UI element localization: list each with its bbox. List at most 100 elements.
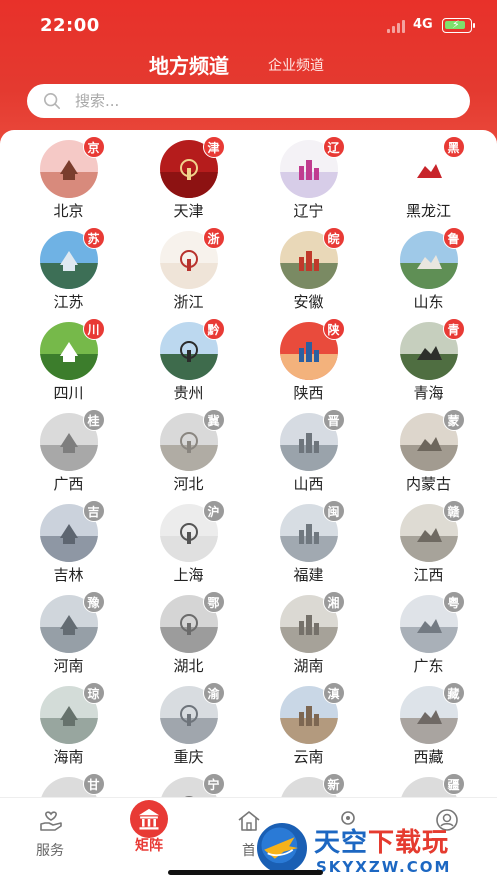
- region-item[interactable]: 陕陕西: [249, 318, 369, 402]
- status-time: 22:00: [40, 15, 100, 36]
- tab-matrix-label: 矩阵: [135, 838, 163, 854]
- region-badge: 浙: [202, 227, 225, 249]
- region-item[interactable]: 青青海: [369, 318, 489, 402]
- region-badge: 新: [322, 773, 345, 795]
- region-name: 江西: [413, 566, 444, 584]
- region-badge: 冀: [202, 409, 225, 431]
- region-item[interactable]: 京北京: [9, 136, 129, 220]
- region-item[interactable]: 辽辽宁: [249, 136, 369, 220]
- landmark-icon: [298, 251, 319, 271]
- region-name: 江苏: [53, 293, 84, 311]
- battery-icon: ⚡: [442, 18, 475, 33]
- region-item[interactable]: 滇云南: [249, 682, 369, 766]
- region-badge: 渝: [202, 682, 225, 704]
- region-item[interactable]: 宁: [129, 773, 249, 797]
- region-badge: 沪: [202, 500, 225, 522]
- region-item[interactable]: 鲁山东: [369, 227, 489, 311]
- landmark-icon: [59, 706, 78, 726]
- region-name: 河南: [53, 657, 84, 675]
- search-icon: [43, 92, 61, 110]
- region-item[interactable]: 黑黑龙江: [369, 136, 489, 220]
- region-name: 辽宁: [293, 202, 324, 220]
- landmark-icon: [416, 528, 442, 542]
- region-item[interactable]: 川四川: [9, 318, 129, 402]
- region-item[interactable]: 新: [249, 773, 369, 797]
- region-badge: 琼: [82, 682, 105, 704]
- region-grid: 京北京津天津辽辽宁黑黑龙江苏江苏浙浙江皖安徽鲁山东川四川黔贵州陕陕西青青海桂广西…: [0, 136, 497, 797]
- watermark-title-blue: 天空: [314, 828, 369, 858]
- region-badge: 桂: [82, 409, 105, 431]
- region-name: 河北: [173, 475, 204, 493]
- region-item[interactable]: 冀河北: [129, 409, 249, 493]
- region-badge: 湘: [322, 591, 345, 613]
- region-name: 湖南: [293, 657, 324, 675]
- landmark-icon: [298, 160, 319, 180]
- region-item[interactable]: 豫河南: [9, 591, 129, 675]
- region-badge: 赣: [442, 500, 465, 522]
- signal-icon: [387, 19, 407, 33]
- region-badge: 黑: [442, 136, 465, 158]
- region-item[interactable]: 黔贵州: [129, 318, 249, 402]
- region-name: 重庆: [173, 748, 204, 766]
- region-badge: 豫: [82, 591, 105, 613]
- region-item[interactable]: 琼海南: [9, 682, 129, 766]
- landmark-icon: [179, 250, 198, 271]
- region-item[interactable]: 疆: [369, 773, 489, 797]
- region-item[interactable]: 闽福建: [249, 500, 369, 584]
- region-item[interactable]: 湘湖南: [249, 591, 369, 675]
- region-item[interactable]: 吉吉林: [9, 500, 129, 584]
- region-name: 北京: [53, 202, 84, 220]
- tab-enterprise-channel[interactable]: 企业频道: [268, 55, 324, 75]
- region-item[interactable]: 沪上海: [129, 500, 249, 584]
- region-name: 西藏: [413, 748, 444, 766]
- tab-local-channel[interactable]: 地方频道: [149, 50, 229, 79]
- region-badge: 青: [442, 318, 465, 340]
- region-item[interactable]: 皖安徽: [249, 227, 369, 311]
- region-badge: 鄂: [202, 591, 225, 613]
- region-name: 吉林: [53, 566, 84, 584]
- region-item[interactable]: 津天津: [129, 136, 249, 220]
- region-badge: 甘: [82, 773, 105, 795]
- tab-matrix[interactable]: 矩阵: [114, 800, 184, 855]
- landmark-icon: [179, 523, 198, 544]
- region-item[interactable]: 浙浙江: [129, 227, 249, 311]
- region-list: 京北京津天津辽辽宁黑黑龙江苏江苏浙浙江皖安徽鲁山东川四川黔贵州陕陕西青青海桂广西…: [0, 130, 497, 797]
- region-badge: 疆: [442, 773, 465, 795]
- region-name: 安徽: [293, 293, 324, 311]
- landmark-icon: [59, 342, 78, 362]
- region-item[interactable]: 赣江西: [369, 500, 489, 584]
- region-name: 福建: [293, 566, 324, 584]
- landmark-icon: [298, 615, 319, 635]
- search-bar[interactable]: [27, 84, 470, 118]
- region-badge: 津: [202, 136, 225, 158]
- landmark-icon: [298, 342, 319, 362]
- region-item[interactable]: 渝重庆: [129, 682, 249, 766]
- landmark-icon: [179, 705, 198, 726]
- region-item[interactable]: 苏江苏: [9, 227, 129, 311]
- landmark-icon: [298, 706, 319, 726]
- region-item[interactable]: 甘: [9, 773, 129, 797]
- search-input[interactable]: [75, 84, 455, 118]
- region-badge: 吉: [82, 500, 105, 522]
- landmark-icon: [59, 251, 78, 271]
- home-indicator: [168, 870, 323, 875]
- region-item[interactable]: 桂广西: [9, 409, 129, 493]
- landmark-icon: [416, 346, 442, 360]
- region-item[interactable]: 粤广东: [369, 591, 489, 675]
- landmark-icon: [59, 433, 78, 453]
- region-badge: 陕: [322, 318, 345, 340]
- region-item[interactable]: 鄂湖北: [129, 591, 249, 675]
- watermark-title: 天空下载玩: [314, 822, 449, 859]
- region-item[interactable]: 藏西藏: [369, 682, 489, 766]
- region-name: 贵州: [173, 384, 204, 402]
- region-name: 山西: [293, 475, 324, 493]
- tab-service[interactable]: 服务: [15, 806, 85, 860]
- region-name: 青海: [413, 384, 444, 402]
- region-item[interactable]: 晋山西: [249, 409, 369, 493]
- watermark-title-red: 下载玩: [368, 828, 450, 858]
- region-badge: 川: [82, 318, 105, 340]
- region-badge: 粤: [442, 591, 465, 613]
- landmark-icon: [59, 524, 78, 544]
- status-bar: 22:00 4G ⚡: [0, 0, 497, 50]
- region-item[interactable]: 蒙内蒙古: [369, 409, 489, 493]
